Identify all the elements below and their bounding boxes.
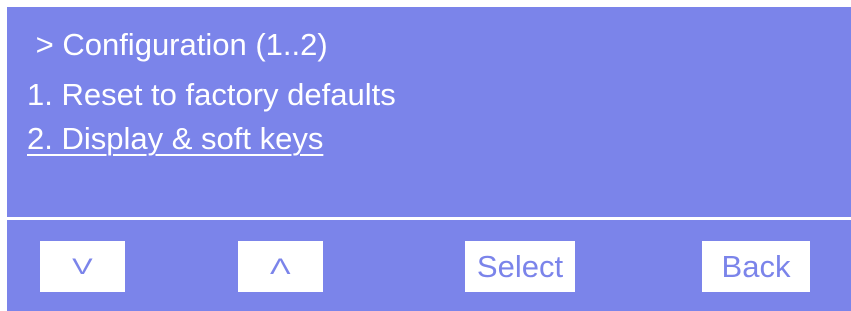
up-button[interactable]: Λ	[238, 241, 323, 292]
menu-item-display-soft-keys[interactable]: 2. Display & soft keys	[27, 121, 323, 157]
menu-title: > Configuration (1..2)	[27, 27, 328, 62]
chevron-up-icon: Λ	[270, 253, 291, 279]
down-button[interactable]: V	[40, 241, 125, 292]
select-button[interactable]: Select	[465, 241, 575, 292]
back-button[interactable]: Back	[702, 241, 810, 292]
lcd-screen: > Configuration (1..2) 1. Reset to facto…	[7, 7, 851, 311]
separator-line	[7, 217, 851, 220]
menu-item-reset-factory-defaults[interactable]: 1. Reset to factory defaults	[27, 77, 396, 113]
chevron-down-icon: V	[72, 253, 93, 279]
